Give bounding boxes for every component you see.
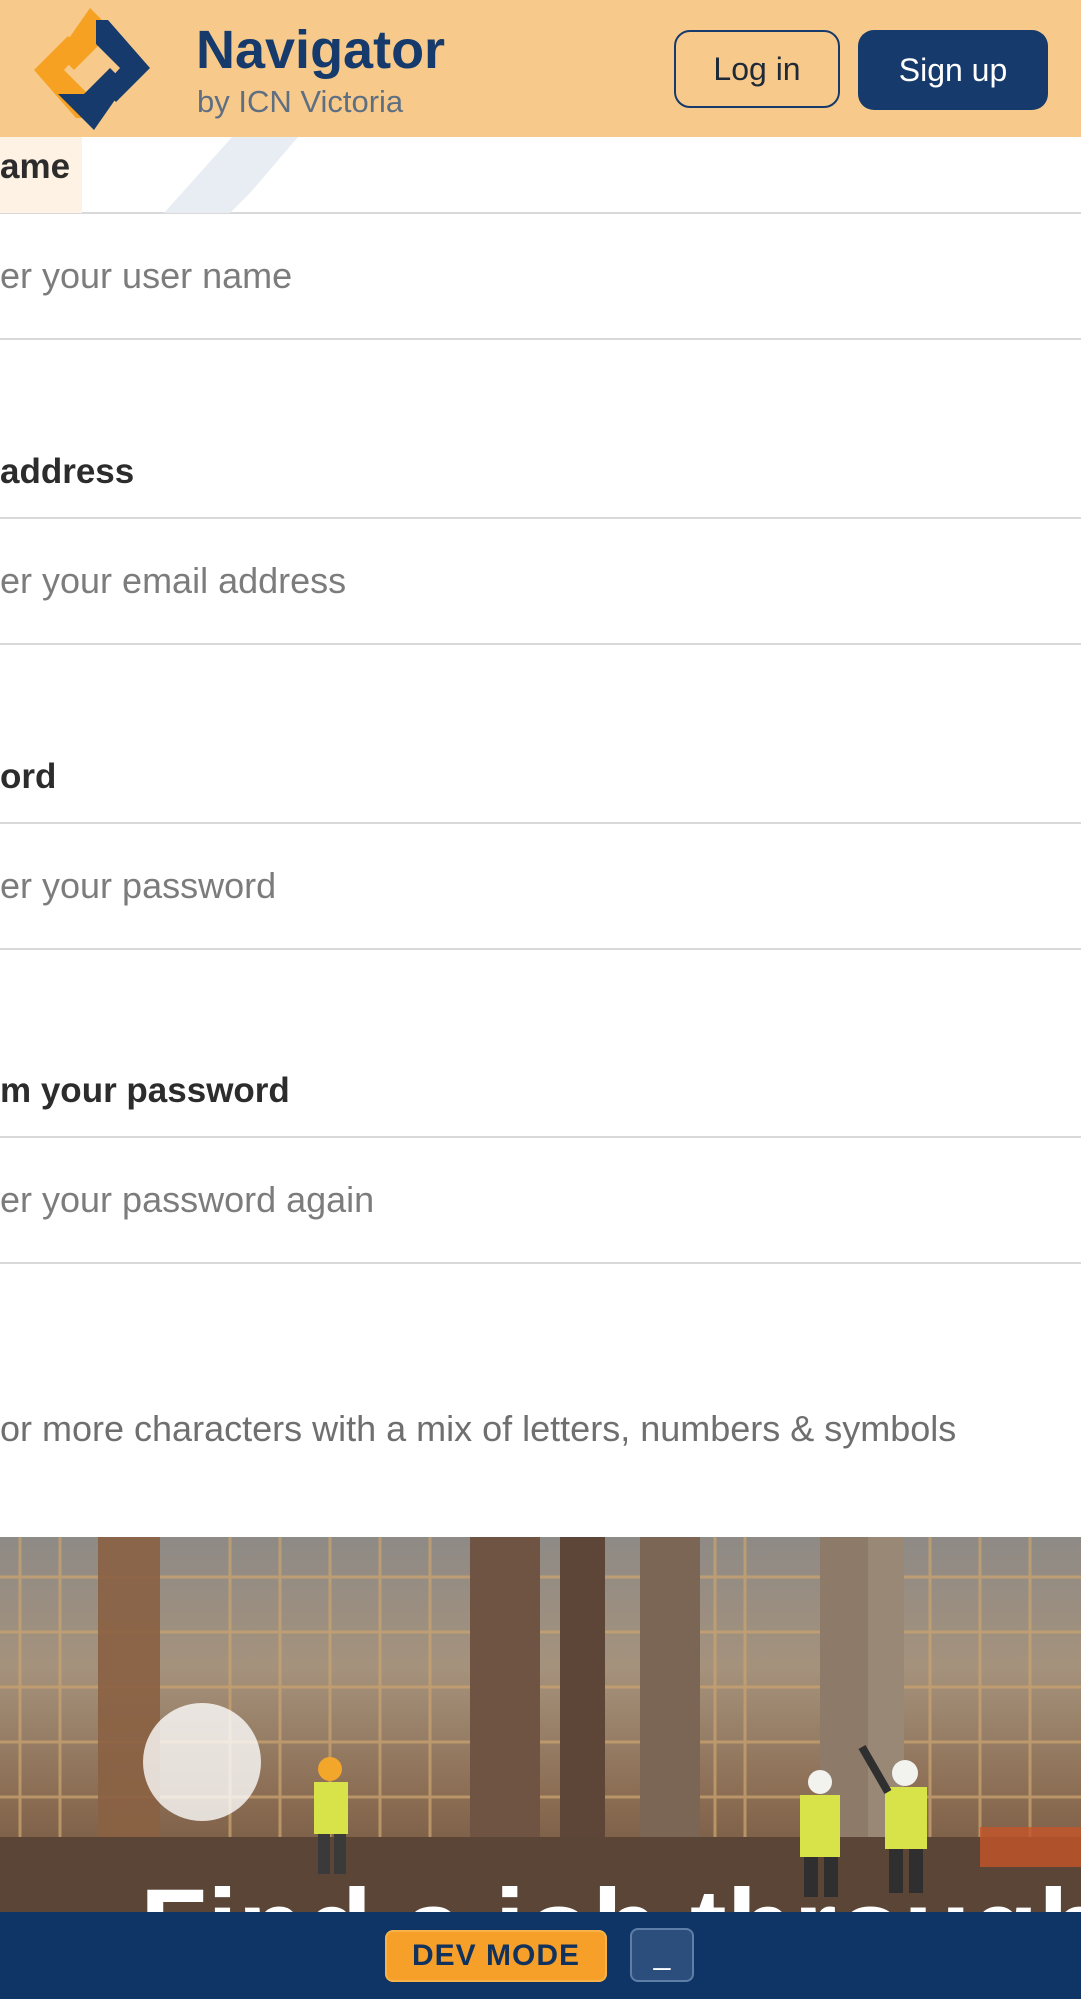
- dev-mode-badge: DEV MODE: [385, 1930, 607, 1982]
- password-hint: or more characters with a mix of letters…: [0, 1408, 957, 1449]
- brand-subtitle: by ICN Victoria: [197, 84, 404, 119]
- hero-title: Find a job through: [140, 1869, 1081, 1913]
- confirm-password-input[interactable]: [0, 1136, 1081, 1264]
- sign-up-button[interactable]: Sign up: [858, 30, 1048, 110]
- email-input[interactable]: [0, 517, 1081, 645]
- username-input[interactable]: [0, 212, 1081, 340]
- hero-banner: Find a job through: [0, 1537, 1081, 1912]
- log-in-button[interactable]: Log in: [674, 30, 840, 108]
- password-label: ord: [0, 757, 57, 796]
- brand-name: Navigator: [196, 20, 446, 80]
- confirm-password-label: m your password: [0, 1071, 290, 1110]
- dev-minimize-button[interactable]: _: [630, 1928, 694, 1982]
- play-circle-icon[interactable]: [143, 1703, 261, 1821]
- username-label: ame: [0, 147, 71, 186]
- navigator-logo-icon[interactable]: [30, 8, 154, 130]
- email-label: address: [0, 452, 135, 491]
- dev-toolbar: DEV MODE _: [0, 1912, 1081, 1999]
- site-header: Navigator by ICN Victoria Log in Sign up: [0, 0, 1081, 137]
- password-input[interactable]: [0, 822, 1081, 950]
